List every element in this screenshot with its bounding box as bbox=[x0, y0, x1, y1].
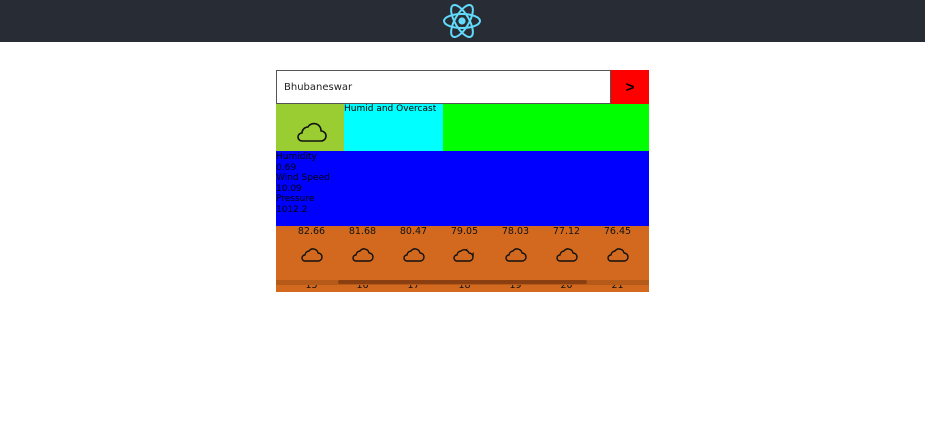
current-weather: Humid and Overcast bbox=[276, 104, 649, 151]
city-search-input[interactable] bbox=[276, 70, 611, 104]
forecast-temp: 82.66 bbox=[297, 226, 326, 237]
cloud-moon-icon bbox=[453, 248, 474, 262]
forecast-temp: 79.05 bbox=[450, 226, 479, 237]
weather-app: > Humid and Overcast Humidity 0.69 Wind … bbox=[276, 70, 649, 292]
humidity-label: Humidity bbox=[276, 152, 317, 162]
pressure-value: 1012.2 bbox=[276, 204, 308, 215]
weather-description: Humid and Overcast bbox=[344, 104, 443, 151]
forecast-scrollbar-thumb[interactable] bbox=[338, 280, 587, 284]
cloud-icon bbox=[556, 248, 578, 262]
cloud-icon bbox=[607, 248, 629, 262]
wind-speed-value: 10.09 bbox=[276, 183, 302, 194]
forecast-strip[interactable]: 82.66 15 81.68 16 80.47 17 79.05 18 78.0… bbox=[276, 226, 649, 292]
humidity-value: 0.69 bbox=[276, 162, 297, 173]
cloud-icon bbox=[505, 248, 527, 262]
cloud-icon bbox=[297, 122, 327, 142]
cloud-icon bbox=[301, 248, 323, 262]
cloud-icon bbox=[403, 248, 425, 262]
current-icon-cell bbox=[276, 104, 344, 151]
app-header bbox=[0, 0, 925, 42]
cloud-icon bbox=[352, 248, 374, 262]
react-atom-icon bbox=[443, 4, 481, 38]
search-button-label: > bbox=[625, 78, 635, 96]
search-bar: > bbox=[276, 70, 649, 104]
forecast-temp: 77.12 bbox=[552, 226, 581, 237]
search-button[interactable]: > bbox=[611, 70, 649, 104]
forecast-temp: 78.03 bbox=[501, 226, 530, 237]
forecast-temp: 80.47 bbox=[399, 226, 428, 237]
forecast-temp: 81.68 bbox=[348, 226, 377, 237]
weather-details: Humidity 0.69 Wind Speed 10.09 Pressure … bbox=[276, 151, 649, 226]
wind-speed-label: Wind Speed bbox=[276, 173, 330, 183]
forecast-temp: 76.45 bbox=[603, 226, 632, 237]
pressure-label: Pressure bbox=[276, 194, 315, 204]
